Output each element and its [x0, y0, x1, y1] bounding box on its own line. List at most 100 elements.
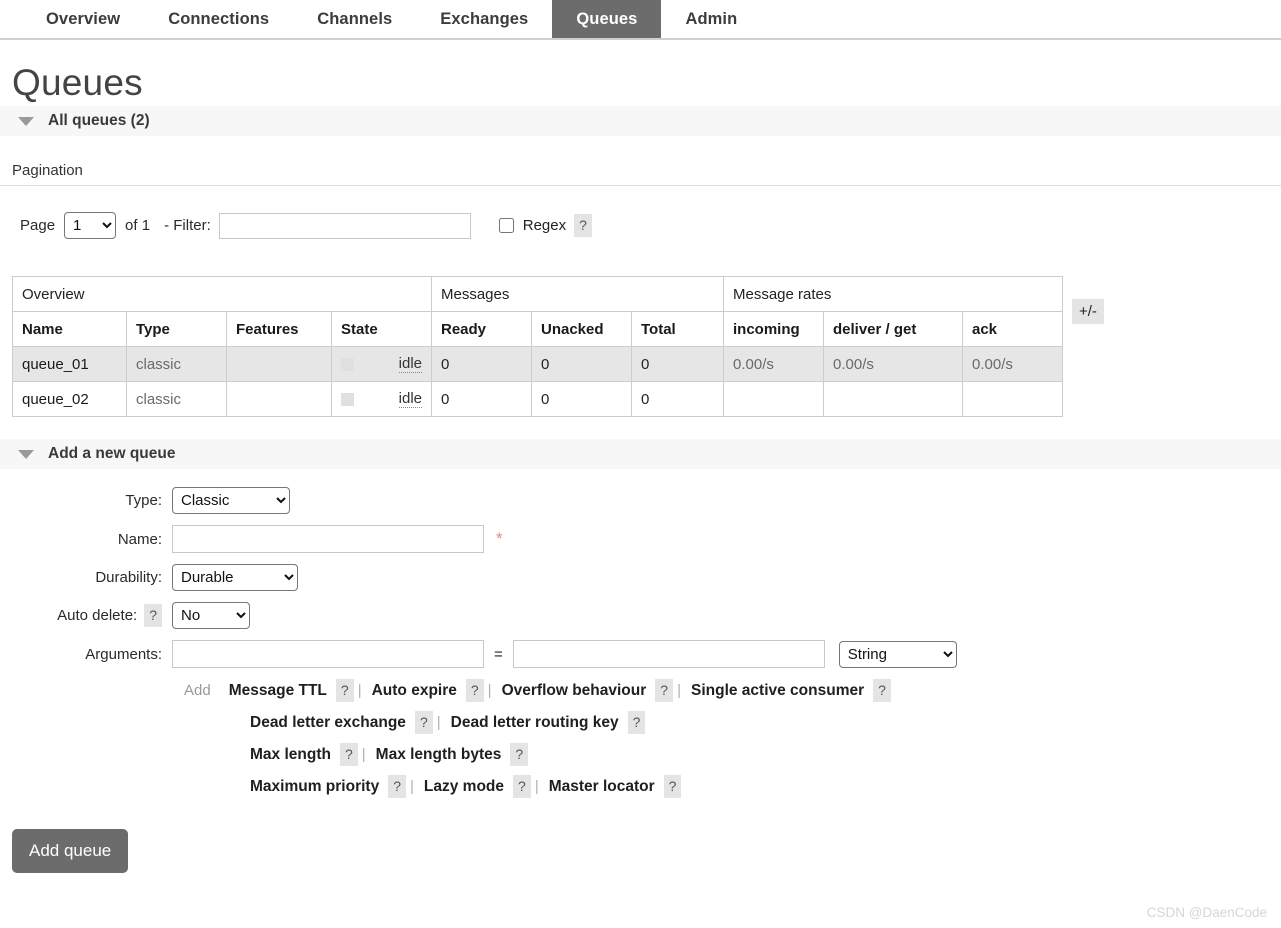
nav-item-overview[interactable]: Overview	[22, 0, 144, 38]
column-header-name[interactable]: Name	[13, 312, 127, 347]
preset-help-icon[interactable]: ?	[415, 711, 433, 734]
preset-separator: |	[535, 779, 539, 794]
nav-item-channels[interactable]: Channels	[293, 0, 416, 38]
preset-link-single-active-consumer[interactable]: Single active consumer	[691, 683, 864, 699]
collapse-caret-icon[interactable]	[18, 450, 34, 459]
regex-control-group: Regex ?	[499, 214, 592, 237]
queue-state-cell: idle	[332, 382, 432, 417]
pagination-section: Pagination Page 1 of 1 - Filter: Regex ?	[12, 162, 1269, 239]
preset-help-icon[interactable]: ?	[655, 679, 673, 702]
form-row-type: Type: ClassicQuorumStream	[12, 487, 1269, 514]
preset-link-dead-letter-exchange[interactable]: Dead letter exchange	[250, 715, 406, 731]
filter-input[interactable]	[219, 213, 471, 239]
preset-link-master-locator[interactable]: Master locator	[549, 779, 655, 795]
table-body: queue_01classicidle0000.00/s0.00/s0.00/s…	[13, 347, 1123, 417]
preset-help-icon[interactable]: ?	[513, 775, 531, 798]
preset-link-message-ttl[interactable]: Message TTL	[229, 683, 327, 699]
preset-help-icon[interactable]: ?	[336, 679, 354, 702]
preset-link-auto-expire[interactable]: Auto expire	[372, 683, 457, 699]
queue-ready-cell: 0	[432, 382, 532, 417]
auto-delete-select[interactable]: NoYes	[172, 602, 250, 629]
preset-separator: |	[437, 715, 441, 730]
queue-unacked-cell: 0	[532, 382, 632, 417]
queue-deliver-get-rate-cell: 0.00/s	[824, 347, 963, 382]
filter-label: - Filter:	[164, 217, 211, 234]
regex-label: Regex	[523, 217, 566, 234]
regex-help-icon[interactable]: ?	[574, 214, 592, 237]
preset-help-icon[interactable]: ?	[510, 743, 528, 766]
column-header-unacked[interactable]: Unacked	[532, 312, 632, 347]
preset-row: AddMessage TTL?|Auto expire?|Overflow be…	[184, 679, 1269, 702]
queue-incoming-rate-cell	[724, 382, 824, 417]
form-row-arguments: Arguments: = StringNumberBooleanList	[12, 640, 1269, 668]
preset-help-icon[interactable]: ?	[388, 775, 406, 798]
preset-row: Max length?|Max length bytes?	[184, 743, 1269, 766]
preset-help-icon[interactable]: ?	[466, 679, 484, 702]
preset-row: Maximum priority?|Lazy mode?|Master loca…	[184, 775, 1269, 798]
queue-name-cell[interactable]: queue_02	[13, 382, 127, 417]
state-text: idle	[399, 390, 422, 408]
add-queue-section-header[interactable]: Add a new queue	[0, 439, 1281, 469]
preset-separator: |	[358, 683, 362, 698]
preset-help-icon[interactable]: ?	[628, 711, 646, 734]
preset-link-maximum-priority[interactable]: Maximum priority	[250, 779, 379, 795]
queue-name-input[interactable]	[172, 525, 484, 553]
column-header-incoming[interactable]: incoming	[724, 312, 824, 347]
argument-key-input[interactable]	[172, 640, 484, 668]
queue-type-select[interactable]: ClassicQuorumStream	[172, 487, 290, 514]
column-header-ready[interactable]: Ready	[432, 312, 532, 347]
preset-link-lazy-mode[interactable]: Lazy mode	[424, 779, 504, 795]
preset-help-icon[interactable]: ?	[873, 679, 891, 702]
group-header-overview: Overview	[13, 277, 432, 312]
row-spacer-cell	[1063, 347, 1123, 382]
auto-delete-label-group: Auto delete: ?	[12, 604, 172, 627]
column-header-deliver-get[interactable]: deliver / get	[824, 312, 963, 347]
queue-unacked-cell: 0	[532, 347, 632, 382]
preset-separator: |	[677, 683, 681, 698]
queue-ready-cell: 0	[432, 347, 532, 382]
queue-state-cell: idle	[332, 347, 432, 382]
add-queue-button[interactable]: Add queue	[12, 829, 128, 873]
durability-label: Durability:	[12, 569, 172, 586]
preset-help-icon[interactable]: ?	[340, 743, 358, 766]
preset-link-dead-letter-routing-key[interactable]: Dead letter routing key	[451, 715, 619, 731]
queues-table: OverviewMessagesMessage rates+/- NameTyp…	[12, 276, 1123, 417]
watermark: CSDN @DaenCode	[1147, 905, 1267, 920]
page-body: Queues All queues (2) Pagination Page 1 …	[0, 62, 1281, 873]
group-header-message-rates: Message rates	[724, 277, 1063, 312]
add-queue-form: Type: ClassicQuorumStream Name: * Durabi…	[12, 487, 1269, 873]
argument-value-input[interactable]	[513, 640, 825, 668]
queue-deliver-get-rate-cell	[824, 382, 963, 417]
queue-ack-rate-cell	[963, 382, 1063, 417]
nav-list: OverviewConnectionsChannelsExchangesQueu…	[0, 0, 1281, 38]
nav-item-exchanges[interactable]: Exchanges	[416, 0, 552, 38]
queue-name-cell[interactable]: queue_01	[13, 347, 127, 382]
argument-type-select[interactable]: StringNumberBooleanList	[839, 641, 957, 668]
state-indicator-icon	[341, 393, 354, 406]
queue-features-cell	[227, 382, 332, 417]
column-header-state[interactable]: State	[332, 312, 432, 347]
column-header-features[interactable]: Features	[227, 312, 332, 347]
regex-checkbox[interactable]	[499, 218, 514, 233]
nav-item-connections[interactable]: Connections	[144, 0, 293, 38]
preset-link-max-length-bytes[interactable]: Max length bytes	[376, 747, 502, 763]
state-indicator-icon	[341, 358, 354, 371]
preset-link-max-length[interactable]: Max length	[250, 747, 331, 763]
table-row: queue_01classicidle0000.00/s0.00/s0.00/s	[13, 347, 1123, 382]
nav-item-admin[interactable]: Admin	[661, 0, 761, 38]
auto-delete-help-icon[interactable]: ?	[144, 604, 162, 627]
toggle-columns-button[interactable]: +/-	[1072, 299, 1104, 324]
collapse-caret-icon[interactable]	[18, 117, 34, 126]
column-header-total[interactable]: Total	[632, 312, 724, 347]
nav-item-queues[interactable]: Queues	[552, 0, 661, 38]
preset-help-icon[interactable]: ?	[664, 775, 682, 798]
column-header-type[interactable]: Type	[127, 312, 227, 347]
queue-incoming-rate-cell: 0.00/s	[724, 347, 824, 382]
all-queues-section-header[interactable]: All queues (2)	[0, 106, 1281, 136]
durability-select[interactable]: DurableTransient	[172, 564, 298, 591]
arguments-label: Arguments:	[12, 646, 172, 663]
page-select[interactable]: 1	[64, 212, 116, 239]
column-header-ack[interactable]: ack	[963, 312, 1063, 347]
preset-link-overflow-behaviour[interactable]: Overflow behaviour	[502, 683, 647, 699]
preset-row: Dead letter exchange? | Dead letter routin…	[184, 711, 1269, 734]
